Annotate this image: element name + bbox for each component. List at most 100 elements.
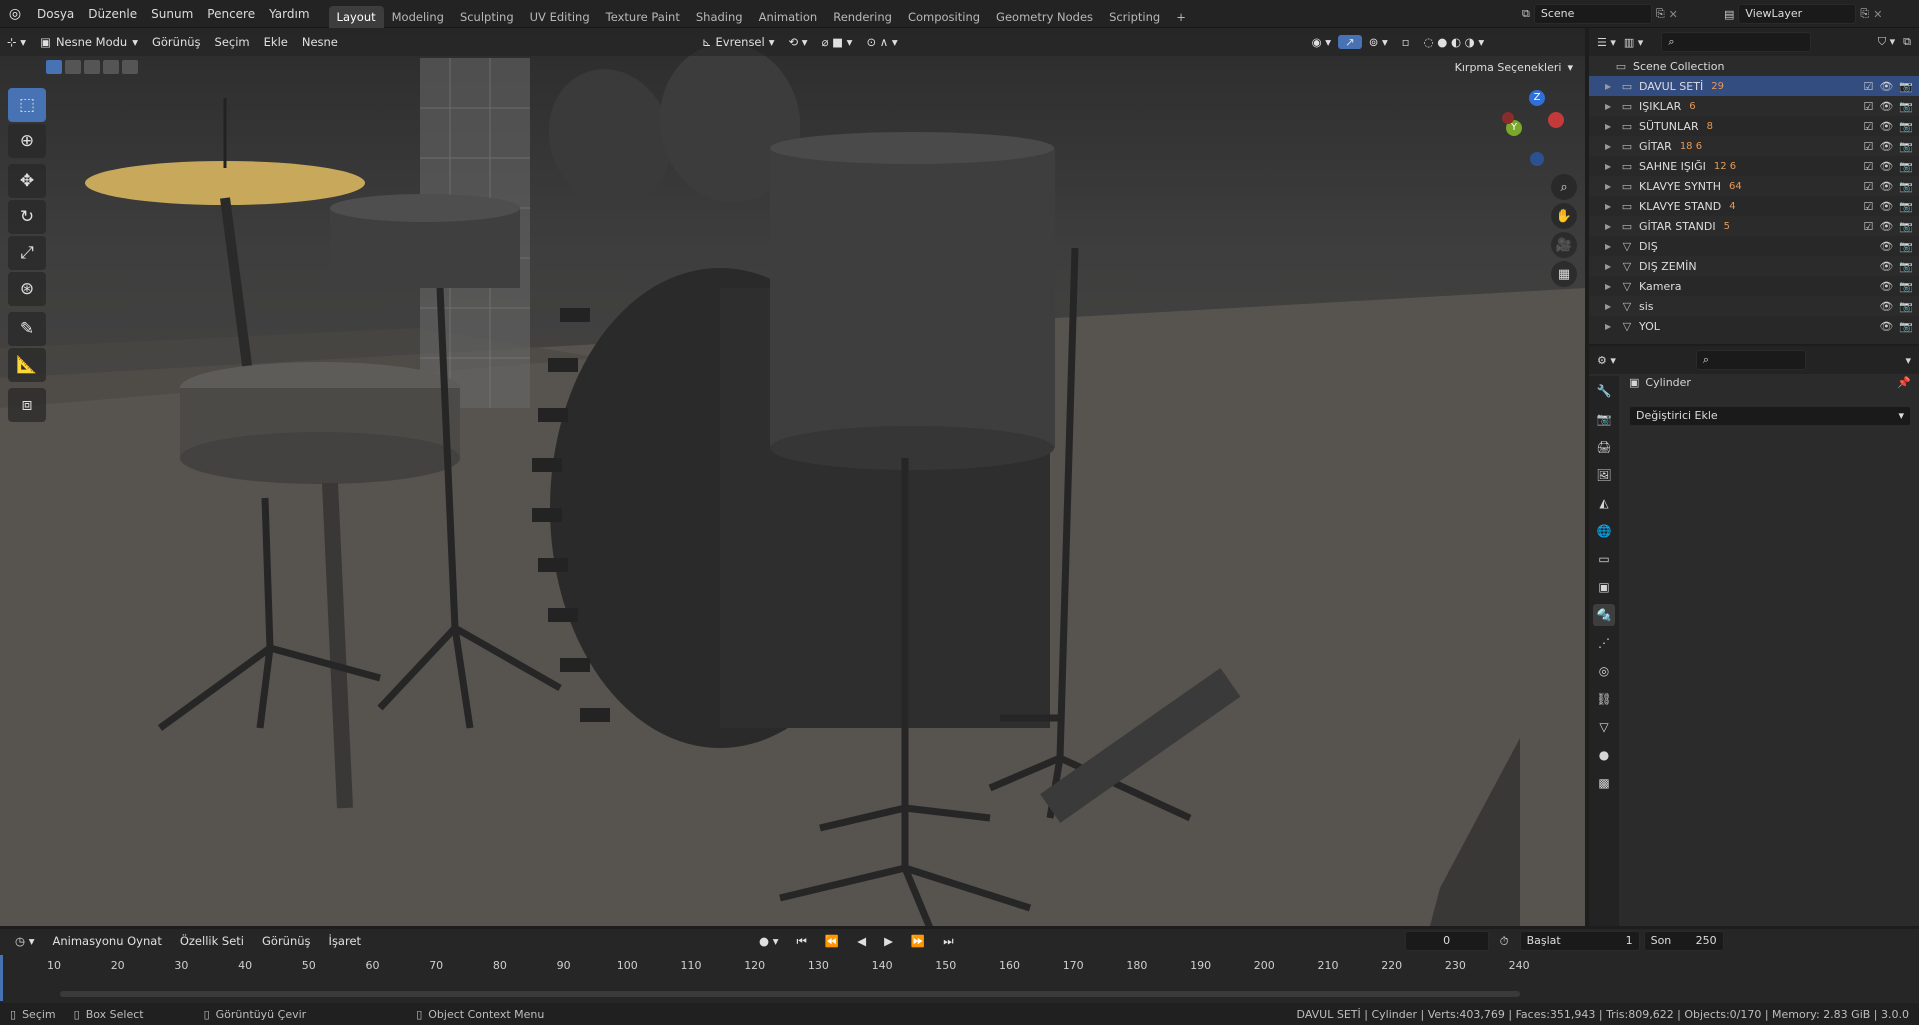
- outliner-item[interactable]: ▶ ▽ Kamera 👁 📷: [1589, 276, 1919, 296]
- eye-icon[interactable]: 👁: [1879, 140, 1893, 153]
- add-workspace-button[interactable]: +: [1168, 6, 1194, 28]
- clipping-options-dropdown[interactable]: Kırpma Seçenekleri ▾: [1455, 61, 1573, 74]
- camera-render-icon[interactable]: 📷: [1899, 320, 1913, 333]
- particles-tab-icon[interactable]: ⋰: [1593, 632, 1615, 654]
- outliner-item[interactable]: ▶ ▭ GİTAR 18 6 ☑ 👁 📷: [1589, 136, 1919, 156]
- physics-tab-icon[interactable]: ◎: [1593, 660, 1615, 682]
- world-tab-icon[interactable]: 🌐: [1593, 520, 1615, 542]
- eye-icon[interactable]: 👁: [1879, 240, 1893, 253]
- cursor-tool-icon[interactable]: ⊕: [8, 124, 46, 158]
- overlay-icon[interactable]: ⊚ ▾: [1362, 35, 1395, 49]
- visibility-icon[interactable]: ◉ ▾: [1305, 35, 1338, 49]
- tab-geometry-nodes[interactable]: Geometry Nodes: [988, 6, 1101, 28]
- expand-arrow-icon[interactable]: ▶: [1605, 82, 1619, 91]
- output-tab-icon[interactable]: 🖨: [1593, 436, 1615, 458]
- exclude-checkbox[interactable]: ☑: [1863, 80, 1873, 93]
- outliner-item[interactable]: ▶ ▽ sis 👁 📷: [1589, 296, 1919, 316]
- menu-window[interactable]: Pencere: [200, 0, 262, 28]
- menu-edit[interactable]: Düzenle: [81, 0, 144, 28]
- menu-select[interactable]: Seçim: [208, 35, 257, 49]
- scene-icon[interactable]: ⧉: [1522, 7, 1530, 21]
- new-view-layer-icon[interactable]: ⎘: [1860, 7, 1869, 21]
- proportional-edit-icon[interactable]: ⊙ ∧ ▾: [859, 35, 904, 49]
- object-tab-icon[interactable]: ▣: [1593, 576, 1615, 598]
- tab-scripting[interactable]: Scripting: [1101, 6, 1168, 28]
- eye-icon[interactable]: 👁: [1879, 160, 1893, 173]
- expand-arrow-icon[interactable]: ▶: [1605, 142, 1619, 151]
- camera-render-icon[interactable]: 📷: [1899, 140, 1913, 153]
- data-tab-icon[interactable]: ▽: [1593, 716, 1615, 738]
- expand-arrow-icon[interactable]: ▶: [1605, 322, 1619, 331]
- outliner-item[interactable]: ▶ ▽ YOL 👁 📷: [1589, 316, 1919, 336]
- outliner-item[interactable]: ▶ ▽ DIŞ 👁 📷: [1589, 236, 1919, 256]
- expand-arrow-icon[interactable]: ▶: [1605, 122, 1619, 131]
- tab-uv-editing[interactable]: UV Editing: [522, 6, 598, 28]
- neg-x-axis-icon[interactable]: [1502, 112, 1514, 124]
- new-collection-icon[interactable]: ⧉: [1903, 35, 1911, 49]
- view-layer-field[interactable]: ViewLayer: [1738, 4, 1857, 24]
- view-layer-icon[interactable]: ▤: [1724, 8, 1734, 21]
- zoom-icon[interactable]: ⌕: [1551, 174, 1577, 200]
- outliner-item[interactable]: ▶ ▭ IŞIKLAR 6 ☑ 👁 📷: [1589, 96, 1919, 116]
- camera-render-icon[interactable]: 📷: [1899, 280, 1913, 293]
- tab-sculpting[interactable]: Sculpting: [452, 6, 522, 28]
- xray-icon[interactable]: ▫: [1395, 35, 1417, 49]
- outliner-item[interactable]: ▶ ▭ KLAVYE STAND 4 ☑ 👁 📷: [1589, 196, 1919, 216]
- exclude-checkbox[interactable]: ☑: [1863, 180, 1873, 193]
- eye-icon[interactable]: 👁: [1879, 260, 1893, 273]
- eye-icon[interactable]: 👁: [1879, 180, 1893, 193]
- expand-arrow-icon[interactable]: ▶: [1605, 162, 1619, 171]
- new-scene-icon[interactable]: ⎘: [1656, 7, 1665, 21]
- exclude-checkbox[interactable]: ☑: [1863, 100, 1873, 113]
- pin-icon[interactable]: 📌: [1897, 376, 1911, 389]
- filter-icon[interactable]: ⛉ ▾: [1878, 35, 1895, 49]
- remove-view-layer-icon[interactable]: ✕: [1873, 8, 1882, 21]
- expand-arrow-icon[interactable]: ▶: [1605, 182, 1619, 191]
- x-axis-icon[interactable]: [1548, 112, 1564, 128]
- scene-name-field[interactable]: Scene: [1533, 4, 1652, 24]
- timeline-scrollbar[interactable]: [60, 991, 1520, 997]
- camera-render-icon[interactable]: 📷: [1899, 220, 1913, 233]
- constraints-tab-icon[interactable]: ⛓: [1593, 688, 1615, 710]
- camera-render-icon[interactable]: 📷: [1899, 260, 1913, 273]
- tab-shading[interactable]: Shading: [688, 6, 751, 28]
- tool-tab-icon[interactable]: 🔧: [1593, 380, 1615, 402]
- modifier-tab-icon[interactable]: 🔩: [1593, 604, 1615, 626]
- texture-tab-icon[interactable]: ▩: [1593, 772, 1615, 794]
- exclude-checkbox[interactable]: ☑: [1863, 220, 1873, 233]
- transform-tool-icon[interactable]: ⊛: [8, 272, 46, 306]
- camera-render-icon[interactable]: 📷: [1899, 80, 1913, 93]
- select-subtract-icon[interactable]: [84, 60, 100, 74]
- outliner-item[interactable]: ▶ ▭ GİTAR STANDI 5 ☑ 👁 📷: [1589, 216, 1919, 236]
- tab-compositing[interactable]: Compositing: [900, 6, 988, 28]
- expand-arrow-icon[interactable]: ▶: [1605, 302, 1619, 311]
- select-intersect-icon[interactable]: [122, 60, 138, 74]
- end-frame-field[interactable]: Son 250: [1643, 931, 1724, 951]
- perspective-grid-icon[interactable]: ▦: [1551, 261, 1577, 287]
- expand-arrow-icon[interactable]: ▶: [1605, 242, 1619, 251]
- gizmo-toggle-icon[interactable]: ↗: [1338, 35, 1362, 49]
- eye-icon[interactable]: 👁: [1879, 80, 1893, 93]
- exclude-checkbox[interactable]: ☑: [1863, 200, 1873, 213]
- pan-hand-icon[interactable]: ✋: [1551, 203, 1577, 229]
- view-layer-tab-icon[interactable]: 🖼: [1593, 464, 1615, 486]
- eye-icon[interactable]: 👁: [1879, 220, 1893, 233]
- select-new-icon[interactable]: [46, 60, 62, 74]
- exclude-checkbox[interactable]: ☑: [1863, 120, 1873, 133]
- add-cube-tool-icon[interactable]: ⧈: [8, 388, 46, 422]
- camera-render-icon[interactable]: 📷: [1899, 160, 1913, 173]
- editor-type-icon[interactable]: ⊹ ▾: [0, 35, 33, 49]
- outliner-item[interactable]: ▶ ▽ DIŞ ZEMİN 👁 📷: [1589, 256, 1919, 276]
- shading-modes[interactable]: ◌ ● ◐ ◑ ▾: [1417, 35, 1492, 49]
- mode-dropdown[interactable]: ▣ Nesne Modu ▾: [33, 35, 145, 49]
- select-extend-icon[interactable]: [65, 60, 81, 74]
- neg-z-axis-icon[interactable]: [1530, 152, 1544, 166]
- tab-rendering[interactable]: Rendering: [825, 6, 900, 28]
- exclude-checkbox[interactable]: ☑: [1863, 160, 1873, 173]
- expand-arrow-icon[interactable]: ▶: [1605, 102, 1619, 111]
- expand-arrow-icon[interactable]: ▶: [1605, 202, 1619, 211]
- eye-icon[interactable]: 👁: [1879, 100, 1893, 113]
- tab-animation[interactable]: Animation: [751, 6, 826, 28]
- 3d-viewport[interactable]: ⊹ ▾ ▣ Nesne Modu ▾ Görünüş Seçim Ekle Ne…: [0, 28, 1585, 926]
- camera-render-icon[interactable]: 📷: [1899, 100, 1913, 113]
